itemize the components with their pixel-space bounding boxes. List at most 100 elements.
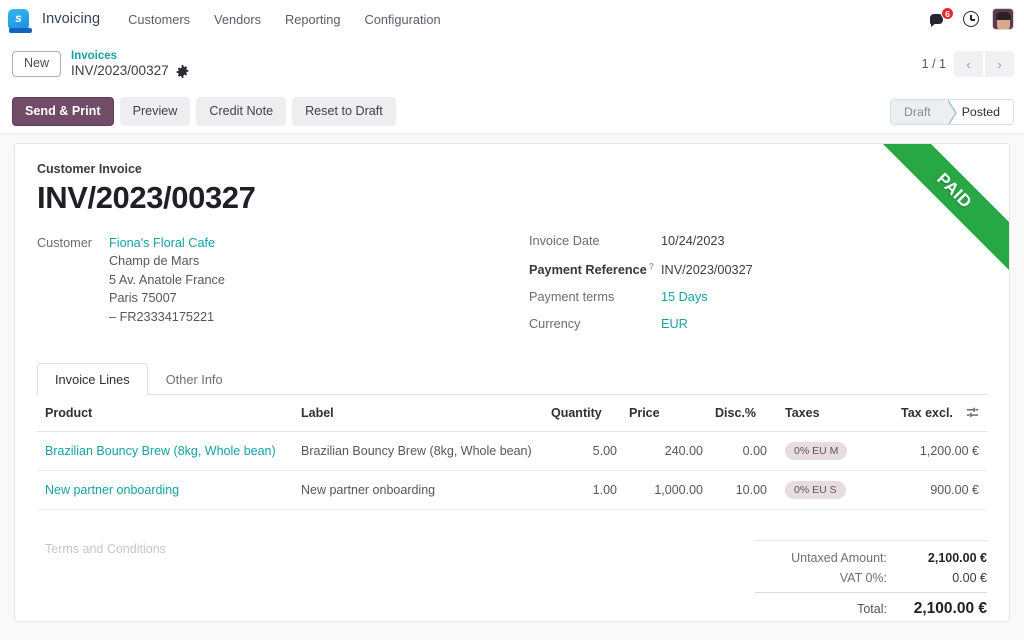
cell-tax-excluded: 1,200.00 € [895, 432, 987, 471]
product-link[interactable]: Brazilian Bouncy Brew (8kg, Whole bean) [45, 444, 276, 458]
sliders-icon[interactable] [966, 406, 979, 419]
invoice-lines-header: Product Label Quantity Price Disc.% Taxe… [37, 395, 987, 432]
customer-address-line-3: Paris 75007 [109, 289, 225, 307]
breadcrumb: Invoices INV/2023/00327 [71, 49, 189, 79]
column-header-price[interactable]: Price [623, 395, 709, 432]
invoice-date-label: Invoice Date [529, 234, 661, 248]
cell-product[interactable]: New partner onboarding [37, 471, 295, 510]
gear-icon[interactable] [176, 65, 189, 78]
odoo-invoicing-app-icon[interactable]: s [8, 9, 29, 30]
breadcrumb-parent-invoices[interactable]: Invoices [71, 49, 189, 63]
menu-item-customers[interactable]: Customers [116, 7, 202, 32]
invoice-date-value[interactable]: 10/24/2023 [661, 234, 725, 248]
reset-to-draft-button[interactable]: Reset to Draft [292, 97, 396, 125]
document-type-label: Customer Invoice [37, 162, 987, 176]
payment-reference-label: Payment Reference? [529, 261, 661, 277]
clock-icon[interactable] [963, 11, 979, 27]
tab-other-info[interactable]: Other Info [148, 363, 241, 395]
column-header-discount[interactable]: Disc.% [709, 395, 773, 432]
column-header-quantity[interactable]: Quantity [545, 395, 623, 432]
grand-total-label: Total: [857, 602, 887, 616]
payment-terms-row: Payment terms 15 Days [529, 290, 987, 304]
new-button[interactable]: New [12, 51, 61, 77]
invoicing-app-window: s Invoicing Customers Vendors Reporting … [0, 0, 1024, 640]
currency-label: Currency [529, 317, 661, 331]
cell-tax-excluded: 900.00 € [895, 471, 987, 510]
avatar[interactable] [992, 8, 1014, 30]
breadcrumb-current-row: INV/2023/00327 [71, 63, 189, 79]
tab-invoice-lines[interactable]: Invoice Lines [37, 363, 148, 395]
customer-block: Customer Fiona's Floral Cafe Champ de Ma… [37, 234, 529, 344]
column-header-product[interactable]: Product [37, 395, 295, 432]
cell-price[interactable]: 1,000.00 [623, 471, 709, 510]
totals-block: Untaxed Amount: 2,100.00 € VAT 0%: 0.00 … [755, 540, 987, 621]
main-menu: Customers Vendors Reporting Configuratio… [116, 7, 452, 32]
pager-buttons: ‹ › [954, 51, 1014, 77]
pager-count: 1 / 1 [922, 57, 946, 71]
status-bar: Draft Posted [890, 99, 1014, 125]
table-row[interactable]: Brazilian Bouncy Brew (8kg, Whole bean) … [37, 432, 987, 471]
invoice-header-fields: Customer Fiona's Floral Cafe Champ de Ma… [37, 234, 987, 344]
messages-count-badge: 6 [941, 7, 954, 20]
cell-discount[interactable]: 0.00 [709, 432, 773, 471]
currency-value[interactable]: EUR [661, 317, 688, 331]
terms-and-conditions-input[interactable]: Terms and Conditions [37, 540, 755, 621]
table-row[interactable]: New partner onboarding New partner onboa… [37, 471, 987, 510]
avatar-glasses [997, 19, 1010, 23]
avatar-hair [996, 12, 1011, 19]
untaxed-amount-label: Untaxed Amount: [791, 551, 887, 565]
cell-product[interactable]: Brazilian Bouncy Brew (8kg, Whole bean) [37, 432, 295, 471]
send-and-print-button[interactable]: Send & Print [12, 97, 114, 125]
payment-terms-label: Payment terms [529, 290, 661, 304]
untaxed-amount-row: Untaxed Amount: 2,100.00 € [755, 548, 987, 568]
customer-label: Customer [37, 236, 109, 250]
column-header-taxes[interactable]: Taxes [773, 395, 895, 432]
messages-icon[interactable]: 6 [930, 10, 950, 28]
cell-label[interactable]: New partner onboarding [295, 471, 545, 510]
cell-quantity[interactable]: 5.00 [545, 432, 623, 471]
breadcrumb-current-record: INV/2023/00327 [71, 63, 169, 79]
customer-address-line-2: 5 Av. Anatole France [109, 271, 225, 289]
menu-item-configuration[interactable]: Configuration [352, 7, 452, 32]
customer-field-row: Customer Fiona's Floral Cafe Champ de Ma… [37, 234, 529, 326]
customer-address-block: Fiona's Floral Cafe Champ de Mars 5 Av. … [109, 234, 225, 326]
payment-reference-value[interactable]: INV/2023/00327 [661, 263, 753, 277]
grand-total-row: Total: 2,100.00 € [755, 592, 987, 621]
payment-terms-value[interactable]: 15 Days [661, 290, 708, 304]
sheet-footer: Terms and Conditions Untaxed Amount: 2,1… [37, 540, 987, 621]
app-icon-glyph: s [15, 12, 22, 24]
pager: 1 / 1 ‹ › [922, 51, 1014, 77]
column-header-tax-excluded-text: Tax excl. [901, 406, 953, 420]
cell-taxes[interactable]: 0% EU M [773, 432, 895, 471]
pager-next-button[interactable]: › [985, 51, 1014, 77]
control-panel: New Invoices INV/2023/00327 1 / 1 ‹ › [0, 38, 1024, 90]
action-buttons-row: Send & Print Preview Credit Note Reset t… [0, 90, 1024, 134]
pager-previous-button[interactable]: ‹ [954, 51, 983, 77]
cell-quantity[interactable]: 1.00 [545, 471, 623, 510]
invoice-lines-table: Product Label Quantity Price Disc.% Taxe… [37, 395, 987, 510]
preview-button[interactable]: Preview [120, 97, 191, 125]
menu-item-vendors[interactable]: Vendors [202, 7, 273, 32]
grand-total-value: 2,100.00 € [901, 600, 987, 618]
navbar-right-tools: 6 [930, 0, 1014, 38]
customer-name[interactable]: Fiona's Floral Cafe [109, 234, 225, 252]
menu-item-reporting[interactable]: Reporting [273, 7, 353, 32]
vat-value: 0.00 € [901, 571, 987, 585]
cell-discount[interactable]: 10.00 [709, 471, 773, 510]
tax-badge: 0% EU S [785, 481, 846, 499]
column-header-label[interactable]: Label [295, 395, 545, 432]
cell-label[interactable]: Brazilian Bouncy Brew (8kg, Whole bean) [295, 432, 545, 471]
payment-reference-row: Payment Reference? INV/2023/00327 [529, 261, 987, 277]
product-link[interactable]: New partner onboarding [45, 483, 179, 497]
credit-note-button[interactable]: Credit Note [196, 97, 286, 125]
invoice-date-row: Invoice Date 10/24/2023 [529, 234, 987, 248]
cell-price[interactable]: 240.00 [623, 432, 709, 471]
status-step-draft[interactable]: Draft [891, 100, 947, 124]
vat-row: VAT 0%: 0.00 € [755, 568, 987, 588]
sheet-container: PAID Customer Invoice INV/2023/00327 Cus… [0, 134, 1024, 622]
cell-taxes[interactable]: 0% EU S [773, 471, 895, 510]
tax-badge: 0% EU M [785, 442, 847, 460]
help-tooltip-icon[interactable]: ? [649, 261, 654, 271]
invoice-details-block: Invoice Date 10/24/2023 Payment Referenc… [529, 234, 987, 344]
top-navbar: s Invoicing Customers Vendors Reporting … [0, 0, 1024, 38]
